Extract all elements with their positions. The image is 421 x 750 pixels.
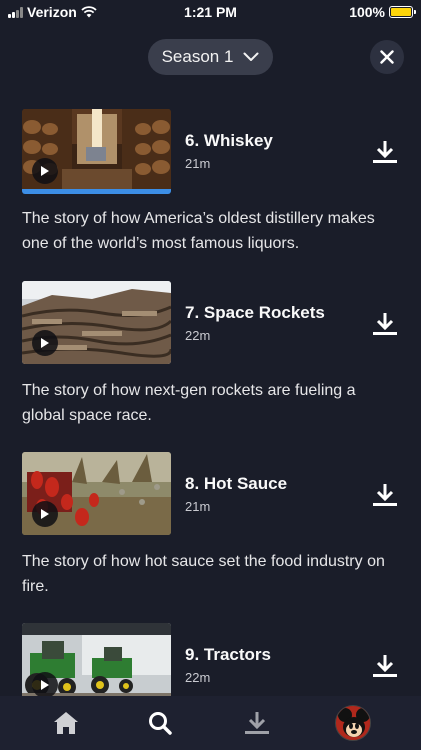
tab-profile[interactable] [334, 704, 372, 742]
header: Season 1 [0, 36, 421, 80]
chevron-down-icon [243, 52, 259, 61]
carrier-label: Verizon [27, 4, 77, 20]
episode-description: The story of how next-gen rockets are fu… [22, 382, 356, 424]
home-icon [54, 712, 78, 734]
battery-group: 100% [349, 4, 416, 20]
tab-bar [0, 696, 421, 750]
close-icon [380, 50, 394, 64]
episode-thumbnail[interactable] [22, 109, 171, 192]
downloads-icon [245, 712, 269, 734]
episode-duration: 22m [185, 328, 211, 343]
watch-progress-bar [22, 189, 171, 194]
play-icon [41, 166, 49, 176]
episode-description: The story of how America’s oldest distil… [22, 210, 375, 252]
play-button[interactable] [32, 158, 58, 184]
status-bar: Verizon 1:21 PM 100% [0, 0, 421, 24]
episode-title: 9. Tractors [185, 645, 271, 664]
signal-icon [8, 6, 23, 18]
battery-percent: 100% [349, 4, 385, 20]
download-button[interactable] [371, 309, 399, 339]
search-icon [149, 712, 172, 735]
episode-title: 6. Whiskey [185, 131, 273, 150]
tab-downloads[interactable] [241, 707, 273, 739]
episode-thumbnail[interactable] [22, 452, 171, 535]
wifi-icon [81, 6, 97, 18]
play-icon [41, 509, 49, 519]
episode-duration: 22m [185, 670, 211, 685]
play-button[interactable] [32, 501, 58, 527]
episode-thumbnail[interactable] [22, 281, 171, 364]
episode-description: The story of how hot sauce set the food … [22, 553, 385, 595]
battery-icon [389, 6, 416, 18]
download-icon [373, 313, 397, 335]
download-button[interactable] [371, 137, 399, 167]
download-icon [373, 141, 397, 163]
episode-list[interactable]: 6. Whiskey 21m The story of how America’… [0, 82, 421, 696]
episode-title: 7. Space Rockets [185, 303, 325, 322]
play-button[interactable] [32, 330, 58, 356]
tab-search[interactable] [144, 707, 176, 739]
episode-duration: 21m [185, 156, 211, 171]
episode-title: 8. Hot Sauce [185, 474, 288, 493]
download-icon [373, 484, 397, 506]
season-selector[interactable]: Season 1 [148, 39, 273, 75]
episode-thumbnail[interactable] [22, 623, 171, 696]
tab-home[interactable] [50, 707, 82, 739]
season-label: Season 1 [161, 47, 234, 66]
play-icon [41, 680, 49, 690]
play-button[interactable] [32, 672, 58, 696]
close-button[interactable] [370, 40, 404, 74]
play-icon [41, 338, 49, 348]
download-button[interactable] [371, 651, 399, 681]
download-icon [373, 655, 397, 677]
carrier-group: Verizon [8, 4, 97, 20]
profile-avatar [335, 705, 371, 741]
episode-duration: 21m [185, 499, 211, 514]
download-button[interactable] [371, 480, 399, 510]
